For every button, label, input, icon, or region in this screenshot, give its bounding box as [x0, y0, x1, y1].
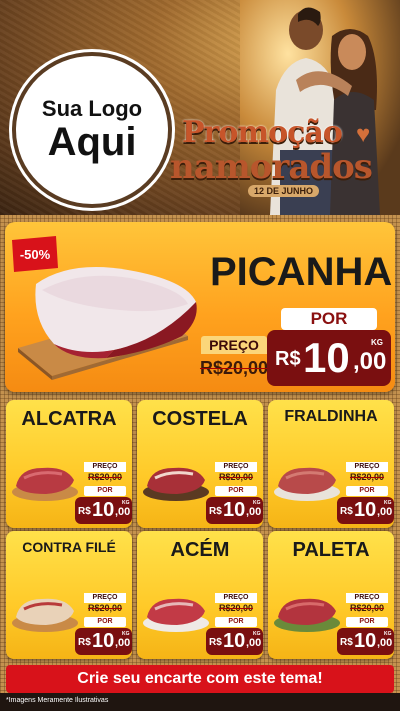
product-name: COSTELA — [152, 408, 248, 430]
price-dec: ,00 — [377, 637, 393, 649]
por-label: POR — [346, 617, 388, 627]
featured-unit: KG — [371, 338, 383, 347]
product-name: ACÉM — [170, 539, 230, 561]
old-price: R$20,00 — [87, 472, 123, 482]
product-name: CONTRA FILÉ — [22, 539, 116, 555]
featured-price-dec: ,00 — [353, 348, 387, 375]
unit: KG — [122, 631, 130, 637]
price-box: R$ 10,00 KG — [337, 628, 394, 655]
meat-image — [274, 598, 340, 632]
price-box: R$ 10,00 KG — [75, 497, 132, 524]
unit: KG — [384, 631, 392, 637]
currency: R$ — [209, 637, 222, 648]
unit: KG — [384, 500, 392, 506]
cta-banner[interactable]: Crie seu encarte com este tema! — [6, 665, 394, 693]
old-price: R$20,00 — [349, 472, 385, 482]
product-name: PALETA — [292, 539, 370, 561]
por-label: POR — [215, 486, 257, 496]
discount-badge: -50% — [12, 236, 58, 272]
logo-line-2: Aqui — [47, 120, 137, 165]
por-label: POR — [346, 486, 388, 496]
por-label: POR — [84, 617, 126, 627]
currency: R$ — [78, 637, 91, 648]
price-int: 10 — [354, 499, 377, 521]
logo-line-1: Sua Logo — [41, 95, 143, 121]
product-card: CONTRA FILÉ PREÇO R$20,00 POR R$ 10,00 KG — [6, 531, 132, 659]
currency: R$ — [340, 506, 353, 517]
featured-price-box: R$ 10 ,00 KG — [267, 330, 391, 386]
price-box: R$ 10,00 KG — [75, 628, 132, 655]
preco-label: PREÇO — [346, 462, 388, 472]
product-card: ALCATRA PREÇO R$20,00 POR R$ 10,00 KG — [6, 400, 132, 528]
product-card: COSTELA PREÇO R$20,00 POR R$ 10,00 KG — [137, 400, 263, 528]
meat-image — [12, 467, 78, 501]
price-int: 10 — [223, 499, 246, 521]
preco-label: PREÇO — [84, 462, 126, 472]
featured-price-int: 10 — [303, 334, 350, 381]
meat-image — [143, 467, 209, 501]
product-card: PALETA PREÇO R$20,00 POR R$ 10,00 KG — [268, 531, 394, 659]
price-box: R$ 10,00 KG — [206, 628, 263, 655]
unit: KG — [253, 500, 261, 506]
price-dec: ,00 — [377, 506, 393, 518]
footer-bar: *Imagens Meramente Ilustrativas — [0, 693, 400, 711]
preco-label: PREÇO — [346, 593, 388, 603]
old-price: R$20,00 — [218, 472, 254, 482]
featured-old-price: R$20,00 — [199, 358, 269, 378]
currency: R$ — [78, 506, 91, 517]
meat-image — [12, 598, 78, 632]
product-name: FRALDINHA — [284, 408, 378, 425]
logo-placeholder: Sua Logo Aqui — [12, 52, 172, 208]
header-banner: Sua Logo Aqui Promoção ♥ namorados 12 DE… — [0, 0, 400, 215]
price-int: 10 — [354, 630, 377, 652]
featured-por-label: POR — [281, 308, 377, 330]
unit: KG — [122, 500, 130, 506]
currency: R$ — [340, 637, 353, 648]
price-int: 10 — [223, 630, 246, 652]
por-label: POR — [215, 617, 257, 627]
price-int: 10 — [92, 499, 115, 521]
por-label: POR — [84, 486, 126, 496]
price-int: 10 — [92, 630, 115, 652]
price-dec: ,00 — [246, 637, 262, 649]
old-price: R$20,00 — [87, 603, 123, 613]
featured-product-name: PICANHA — [210, 250, 393, 294]
meat-image — [143, 598, 209, 632]
old-price: R$20,00 — [349, 603, 385, 613]
currency: R$ — [209, 506, 222, 517]
campaign-title: Promoção ♥ namorados 12 DE JUNHO — [170, 115, 380, 205]
campaign-line-1: Promoção — [182, 115, 343, 150]
price-dec: ,00 — [115, 637, 131, 649]
featured-currency: R$ — [275, 348, 301, 370]
campaign-line-2: namorados — [170, 147, 373, 187]
old-price: R$20,00 — [218, 603, 254, 613]
price-dec: ,00 — [115, 506, 131, 518]
price-box: R$ 10,00 KG — [206, 497, 263, 524]
preco-label: PREÇO — [215, 462, 257, 472]
price-box: R$ 10,00 KG — [337, 497, 394, 524]
unit: KG — [253, 631, 261, 637]
meat-image — [274, 467, 340, 501]
disclaimer-text: *Imagens Meramente Ilustrativas — [6, 697, 109, 704]
product-card: ACÉM PREÇO R$20,00 POR R$ 10,00 KG — [137, 531, 263, 659]
preco-label: PREÇO — [215, 593, 257, 603]
discount-text: -50% — [20, 247, 51, 262]
featured-preco-label: PREÇO — [201, 336, 267, 354]
heart-icon: ♥ — [356, 121, 371, 148]
preco-label: PREÇO — [84, 593, 126, 603]
campaign-date: 12 DE JUNHO — [248, 185, 320, 197]
product-name: ALCATRA — [21, 408, 117, 430]
product-card: FRALDINHA PREÇO R$20,00 POR R$ 10,00 KG — [268, 400, 394, 528]
price-dec: ,00 — [246, 506, 262, 518]
